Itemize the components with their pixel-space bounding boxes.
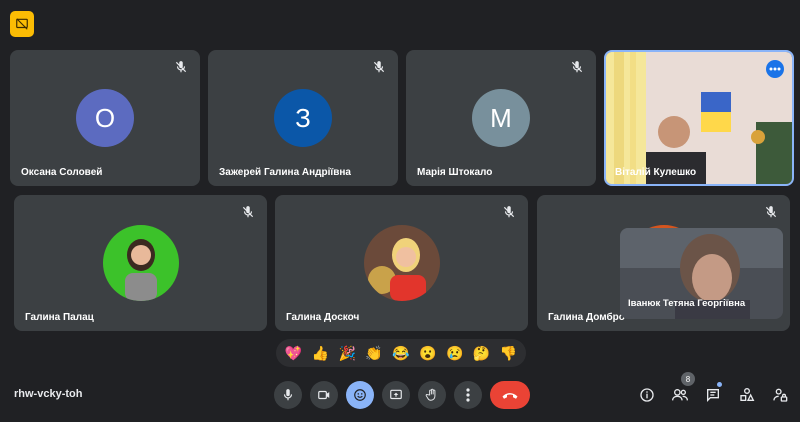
participant-name: Оксана Соловей — [21, 167, 103, 178]
participant-name: Зажерей Галина Андріївна — [219, 167, 351, 178]
participant-name: Віталій Кулешко — [615, 167, 697, 178]
meeting-details-button[interactable] — [636, 384, 658, 406]
mic-off-icon — [571, 61, 583, 73]
reaction-thinking[interactable]: 🤔 — [471, 345, 493, 362]
mic-icon — [283, 389, 293, 401]
reaction-heart[interactable]: 💖 — [282, 345, 304, 362]
presentation-badge-icon[interactable] — [10, 11, 34, 37]
participant-name: Галина Домбро — [548, 312, 625, 323]
chat-button[interactable] — [702, 384, 724, 406]
participant-tile[interactable]: М Марія Штокало — [406, 50, 596, 186]
participant-count-badge: 8 — [681, 372, 695, 386]
participant-name: Галина Палац — [25, 312, 94, 323]
people-button[interactable] — [669, 384, 691, 406]
lock-person-icon — [773, 388, 788, 402]
participant-name: Марія Штокало — [417, 167, 493, 178]
mic-off-icon — [373, 61, 385, 73]
avatar: О — [76, 89, 134, 147]
chat-unread-dot — [717, 382, 722, 387]
reaction-sad[interactable]: 😢 — [444, 345, 466, 362]
info-icon — [640, 388, 654, 402]
reaction-clap[interactable]: 👏 — [363, 345, 385, 362]
more-options-icon[interactable] — [766, 60, 784, 78]
mic-off-icon — [242, 206, 254, 218]
hand-icon — [425, 388, 436, 401]
reaction-thumbs-up[interactable]: 👍 — [309, 345, 331, 362]
mic-off-icon — [503, 206, 515, 218]
avatar-photo — [363, 225, 440, 301]
reactions-button[interactable] — [346, 381, 374, 409]
participant-tile[interactable]: З Зажерей Галина Андріївна — [208, 50, 398, 186]
meeting-code: rhw-vcky-toh — [14, 388, 83, 400]
activities-button[interactable] — [736, 384, 758, 406]
participant-tile[interactable]: Галина Доскоч — [275, 195, 528, 331]
present-screen-button[interactable] — [382, 381, 410, 409]
participant-video — [606, 52, 792, 184]
avatar: З — [274, 89, 332, 147]
raise-hand-button[interactable] — [418, 381, 446, 409]
end-call-button[interactable] — [490, 381, 530, 409]
camera-button[interactable] — [310, 381, 338, 409]
more-vert-icon — [466, 388, 470, 402]
self-view-tile[interactable]: Іванюк Тетяна Георгіївна — [620, 228, 783, 319]
present-icon — [390, 389, 402, 400]
people-icon — [672, 389, 688, 401]
mic-off-icon — [765, 206, 777, 218]
chat-icon — [707, 389, 719, 402]
participant-name: Галина Доскоч — [286, 312, 360, 323]
host-controls-button[interactable] — [769, 384, 791, 406]
reaction-surprised[interactable]: 😮 — [417, 345, 439, 362]
reaction-thumbs-down[interactable]: 👎 — [497, 345, 519, 362]
participant-video-tile[interactable]: Віталій Кулешко — [604, 50, 794, 186]
emoji-icon — [354, 389, 366, 401]
reaction-party[interactable]: 🎉 — [336, 345, 358, 362]
reaction-laugh[interactable]: 😂 — [390, 345, 412, 362]
reactions-bar: 💖 👍 🎉 👏 😂 😮 😢 🤔 👎 — [276, 339, 526, 367]
avatar: М — [472, 89, 530, 147]
avatar-photo — [102, 225, 179, 301]
camera-icon — [318, 390, 330, 400]
participant-tile[interactable]: О Оксана Соловей — [10, 50, 200, 186]
phone-hangup-icon — [502, 393, 518, 399]
self-view-name: Іванюк Тетяна Георгіївна — [628, 298, 746, 309]
more-options-button[interactable] — [454, 381, 482, 409]
mic-off-icon — [175, 61, 187, 73]
activities-icon — [740, 388, 755, 401]
microphone-button[interactable] — [274, 381, 302, 409]
participant-tile[interactable]: Галина Палац — [14, 195, 267, 331]
